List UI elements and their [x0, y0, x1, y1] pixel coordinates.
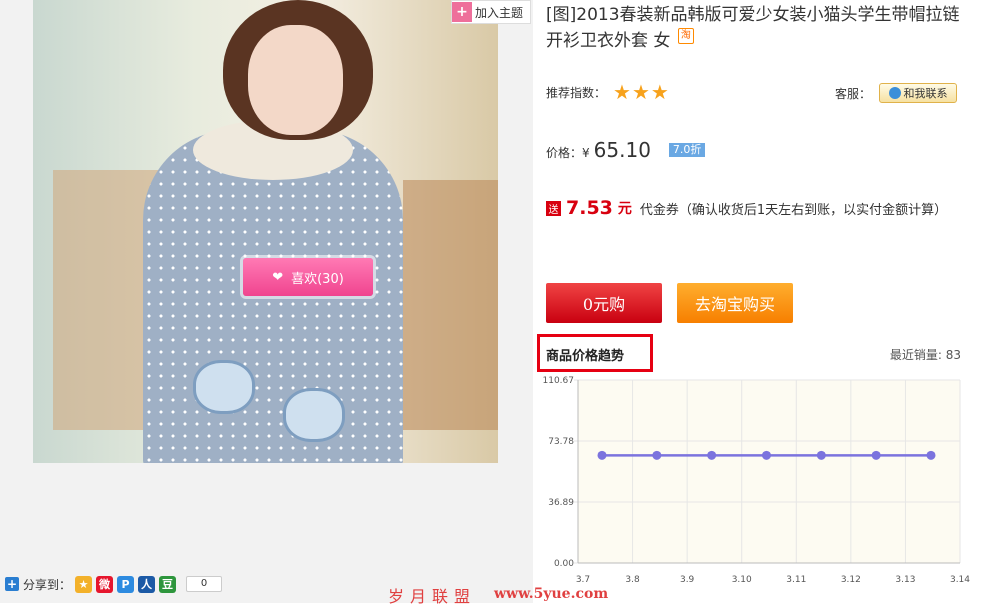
heart-icon: ❤	[272, 269, 284, 285]
photo-background-shelf	[403, 180, 498, 430]
coupon-unit: 元	[617, 201, 632, 217]
y-tick-label: 36.89	[548, 498, 574, 508]
taobao-icon: 淘	[677, 28, 694, 44]
plus-icon: +	[452, 2, 472, 22]
taobao-buy-button[interactable]: 去淘宝购买	[677, 283, 793, 323]
x-tick-label: 3.11	[786, 575, 806, 585]
product-title: [图]2013春装新品韩版可爱少女装小猫头学生带帽拉链开衫卫衣外套 女 淘	[546, 2, 966, 54]
gift-icon: 送	[546, 200, 561, 216]
price-trend-title: 商品价格趋势	[546, 349, 625, 364]
share-label: 分享到：	[23, 577, 72, 592]
add-topic-button[interactable]: + 加入主题	[451, 0, 531, 24]
service-label: 客服：	[835, 86, 872, 101]
rating-row: 推荐指数： ★ ★ ★	[546, 82, 669, 102]
rating-stars: ★ ★ ★	[612, 82, 669, 102]
contact-button[interactable]: 和我联系	[879, 83, 958, 103]
photo-face	[248, 25, 343, 135]
share-icon-list: ★ 微 P 人豆	[75, 575, 177, 593]
star-icon: ★	[650, 80, 669, 104]
paw-pocket	[283, 388, 345, 442]
renren-share-icon[interactable]: 人	[138, 575, 156, 593]
x-tick-label: 3.13	[895, 575, 915, 585]
contact-label: 和我联系	[903, 87, 948, 100]
customer-service: 客服： 和我联系	[835, 83, 958, 103]
price-point	[871, 450, 881, 460]
recent-sales: 最近销量: 83	[889, 348, 961, 362]
product-gallery: ❤ 喜欢(30) + 加入主题 + 分享到： ★ 微 P 人豆 0	[0, 0, 533, 603]
x-tick-label: 3.14	[950, 575, 970, 585]
coupon-text: 代金券（确认收货后1天左右到账，以实付金额计算）	[639, 202, 948, 218]
price-trend-chart: 3.7 3.8 3.9 3.10 3.11 3.12 3.13 3.14 0.00 36.89 73…	[543, 376, 971, 585]
watermark-url: www.5yue.com	[494, 586, 609, 602]
rating-label: 推荐指数：	[546, 85, 607, 100]
pengyou-share-icon[interactable]: P	[117, 575, 135, 593]
share-plus-icon[interactable]: +	[5, 577, 19, 591]
price-point	[707, 450, 717, 460]
price-point	[597, 450, 607, 460]
y-tick-label: 0.00	[554, 559, 574, 569]
x-tick-label: 3.12	[841, 575, 861, 585]
weibo-share-icon[interactable]: 微	[96, 575, 114, 593]
like-label: 喜欢(30)	[291, 271, 344, 287]
currency-symbol: ¥	[582, 146, 590, 160]
price-row: 价格： ¥ 65.10 7.0折	[546, 138, 706, 162]
star-icon: ★	[613, 80, 631, 104]
watermark-text: 岁月联盟	[388, 587, 477, 606]
x-tick-label: 3.9	[680, 575, 695, 585]
y-tick-label: 110.67	[543, 376, 575, 386]
star-icon: ★	[631, 80, 650, 104]
like-button[interactable]: ❤ 喜欢(30)	[243, 258, 373, 296]
paw-pocket	[193, 360, 255, 414]
qzone-share-icon[interactable]: ★	[75, 575, 93, 593]
douban-share-icon[interactable]: 豆	[159, 575, 177, 593]
x-tick-label: 3.7	[576, 575, 590, 585]
share-bar: + 分享到： ★ 微 P 人豆 0	[5, 574, 223, 594]
coupon-amount: 7.53	[566, 197, 613, 219]
price-point	[926, 450, 936, 460]
price-label: 价格：	[546, 146, 583, 160]
share-count: 0	[186, 576, 223, 592]
x-tick-label: 3.8	[625, 575, 640, 585]
price-value: 65.10	[593, 138, 651, 162]
product-title-text[interactable]: [图]2013春装新品韩版可爱少女装小猫头学生带帽拉链开衫卫衣外套 女	[546, 5, 960, 51]
y-tick-label: 73.78	[548, 437, 574, 447]
zero-buy-button[interactable]: 0元购	[546, 283, 662, 323]
discount-badge: 7.0折	[668, 143, 706, 157]
price-point	[816, 450, 826, 460]
chart-plot-area	[578, 380, 960, 563]
chat-icon	[888, 87, 901, 99]
price-point	[652, 450, 662, 460]
product-photo[interactable]	[33, 0, 498, 463]
x-tick-label: 3.10	[732, 575, 752, 585]
coupon-row: 送 7.53 元 代金券（确认收货后1天左右到账，以实付金额计算）	[546, 197, 947, 219]
price-point	[761, 450, 771, 460]
add-topic-label: 加入主题	[475, 5, 524, 20]
